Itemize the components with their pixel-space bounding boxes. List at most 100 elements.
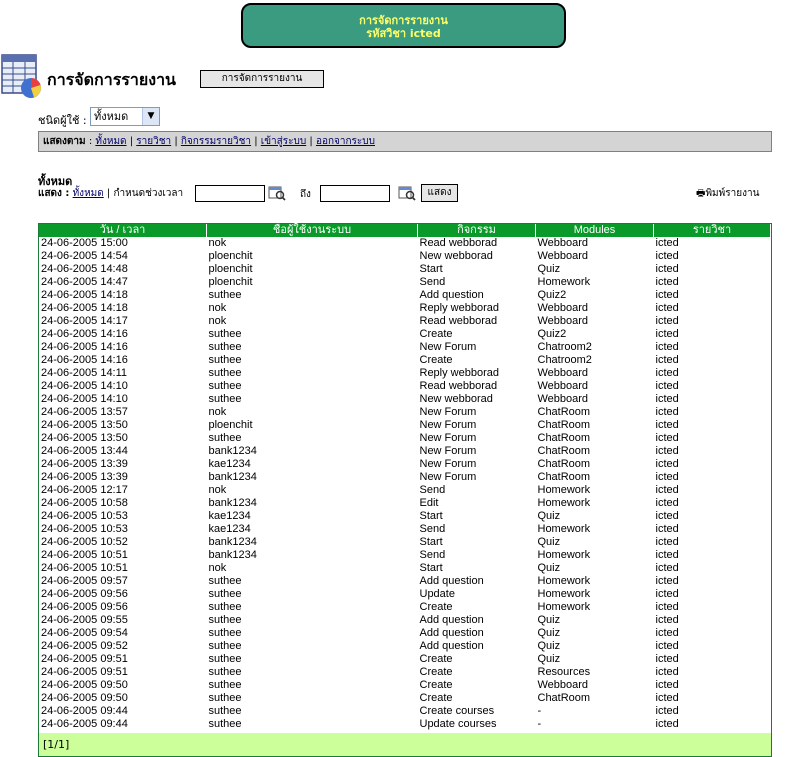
- cell-username: bank1234: [208, 471, 257, 483]
- calendar-icon[interactable]: [398, 185, 416, 201]
- cell-module: Webboard: [537, 380, 589, 392]
- cell-activity: New Forum: [419, 445, 477, 457]
- pagination[interactable]: [1/1]: [39, 733, 771, 756]
- cell-datetime: 24-06-2005 10:53: [41, 523, 128, 535]
- report-management-button[interactable]: การจัดการรายงาน: [200, 70, 324, 88]
- cell-datetime: 24-06-2005 14:16: [41, 341, 128, 353]
- cell-username: ploenchit: [208, 419, 253, 431]
- table-row: 24-06-2005 14:10 suthee New webborad Webboa…: [39, 393, 771, 406]
- cell-username: nok: [208, 484, 227, 496]
- end-date-input[interactable]: [320, 185, 390, 202]
- cell-username: nok: [208, 406, 227, 418]
- cell-module: ChatRoom: [537, 458, 591, 470]
- cell-username: bank1234: [208, 549, 257, 561]
- cell-activity: New Forum: [419, 458, 477, 470]
- cell-course: icted: [655, 419, 679, 431]
- nav-link-course[interactable]: รายวิชา: [136, 136, 171, 147]
- cell-module: ChatRoom: [537, 432, 591, 444]
- activity-report-table: วัน / เวลา ชื่อผู้ใช้งานระบบ กิจกรรม Mod…: [38, 223, 772, 757]
- nav-link-course-activity[interactable]: กิจกรรมรายวิชา: [181, 136, 251, 147]
- start-date-input[interactable]: [195, 185, 265, 202]
- table-row: 24-06-2005 14:10 suthee Read webborad Webbo…: [39, 380, 771, 393]
- cell-username: suthee: [208, 627, 242, 639]
- cell-username: suthee: [208, 432, 242, 444]
- cell-username: suthee: [208, 679, 242, 691]
- column-header-activity: กิจกรรม: [417, 224, 536, 237]
- cell-username: suthee: [208, 588, 242, 600]
- cell-activity: New Forum: [419, 432, 477, 444]
- table-row: 24-06-2005 10:58 bank1234 Edit Homework icte…: [39, 497, 771, 510]
- cell-course: icted: [655, 653, 679, 665]
- cell-module: Quiz: [537, 536, 561, 548]
- cell-datetime: 24-06-2005 09:50: [41, 692, 128, 704]
- cell-username: suthee: [208, 380, 242, 392]
- show-button[interactable]: แสดง: [421, 184, 458, 202]
- cell-course: icted: [655, 536, 679, 548]
- cell-module: Webboard: [537, 679, 589, 691]
- cell-activity: Create: [419, 692, 453, 704]
- cell-module: Homework: [537, 484, 591, 496]
- cell-activity: Start: [419, 510, 443, 522]
- cell-activity: Create: [419, 666, 453, 678]
- cell-datetime: 24-06-2005 10:53: [41, 510, 128, 522]
- cell-module: Quiz: [537, 627, 561, 639]
- cell-activity: Start: [419, 263, 443, 275]
- cell-username: suthee: [208, 718, 242, 730]
- table-row: 24-06-2005 09:44 suthee Update courses - ict…: [39, 718, 771, 731]
- cell-datetime: 24-06-2005 14:16: [41, 328, 128, 340]
- cell-course: icted: [655, 549, 679, 561]
- cell-datetime: 24-06-2005 09:56: [41, 601, 128, 613]
- cell-course: icted: [655, 367, 679, 379]
- cell-activity: Create courses: [419, 705, 495, 717]
- cell-datetime: 24-06-2005 09:55: [41, 614, 128, 626]
- cell-module: -: [537, 718, 542, 730]
- cell-course: icted: [655, 523, 679, 535]
- cell-course: icted: [655, 445, 679, 457]
- column-header-datetime: วัน / เวลา: [39, 224, 207, 237]
- cell-datetime: 24-06-2005 09:44: [41, 705, 128, 717]
- table-row: 24-06-2005 09:44 suthee Create courses - ict…: [39, 705, 771, 718]
- cell-username: bank1234: [208, 497, 257, 509]
- cell-username: nok: [208, 237, 227, 249]
- nav-link-all[interactable]: ทั้งหมด: [95, 136, 126, 147]
- cell-module: Quiz: [537, 562, 561, 574]
- table-row: 24-06-2005 15:00 nok Read webborad Webboard…: [39, 237, 771, 250]
- cell-datetime: 24-06-2005 09:57: [41, 575, 128, 587]
- cell-course: icted: [655, 302, 679, 314]
- chevron-down-icon[interactable]: ▼: [142, 108, 159, 125]
- table-row: 24-06-2005 09:51 suthee Create Resources ict…: [39, 666, 771, 679]
- cell-activity: Update courses: [419, 718, 497, 730]
- table-row: 24-06-2005 09:55 suthee Add question Quiz ic…: [39, 614, 771, 627]
- nav-label: แสดงตาม: [43, 136, 86, 147]
- nav-link-logout[interactable]: ออกจากระบบ: [316, 136, 375, 147]
- cell-course: icted: [655, 341, 679, 353]
- calendar-icon[interactable]: [268, 185, 286, 201]
- table-row: 24-06-2005 09:50 suthee Create ChatRoom icte…: [39, 692, 771, 705]
- cell-module: Quiz2: [537, 289, 567, 301]
- print-report-link[interactable]: 🖶พิมพ์รายงาน: [696, 186, 759, 203]
- banner-title: การจัดการรายงาน: [359, 14, 448, 27]
- cell-course: icted: [655, 237, 679, 249]
- cell-username: ploenchit: [208, 263, 253, 275]
- table-row: 24-06-2005 14:16 suthee New Forum Chatroom2…: [39, 341, 771, 354]
- table-row: 24-06-2005 13:44 bank1234 New Forum ChatRoo…: [39, 445, 771, 458]
- cell-datetime: 24-06-2005 10:58: [41, 497, 128, 509]
- cell-username: suthee: [208, 289, 242, 301]
- user-type-select[interactable]: ทั้งหมด ▼: [90, 107, 160, 126]
- cell-module: Webboard: [537, 367, 589, 379]
- table-row: 24-06-2005 10:52 bank1234 Start Quiz icted: [39, 536, 771, 549]
- cell-module: Quiz: [537, 263, 561, 275]
- table-row: 24-06-2005 13:50 ploenchit New Forum ChatRo…: [39, 419, 771, 432]
- cell-module: Quiz: [537, 614, 561, 626]
- cell-activity: Start: [419, 562, 443, 574]
- table-row: 24-06-2005 13:50 suthee New Forum ChatRoom i…: [39, 432, 771, 445]
- cell-username: suthee: [208, 393, 242, 405]
- nav-link-login[interactable]: เข้าสู่ระบบ: [261, 136, 306, 147]
- cell-module: Chatroom2: [537, 341, 592, 353]
- cell-module: Quiz: [537, 640, 561, 652]
- filter-all-link[interactable]: ทั้งหมด: [73, 188, 104, 199]
- column-header-course: รายวิชา: [653, 224, 771, 237]
- cell-activity: Create: [419, 601, 453, 613]
- cell-activity: New Forum: [419, 341, 477, 353]
- cell-activity: Create: [419, 653, 453, 665]
